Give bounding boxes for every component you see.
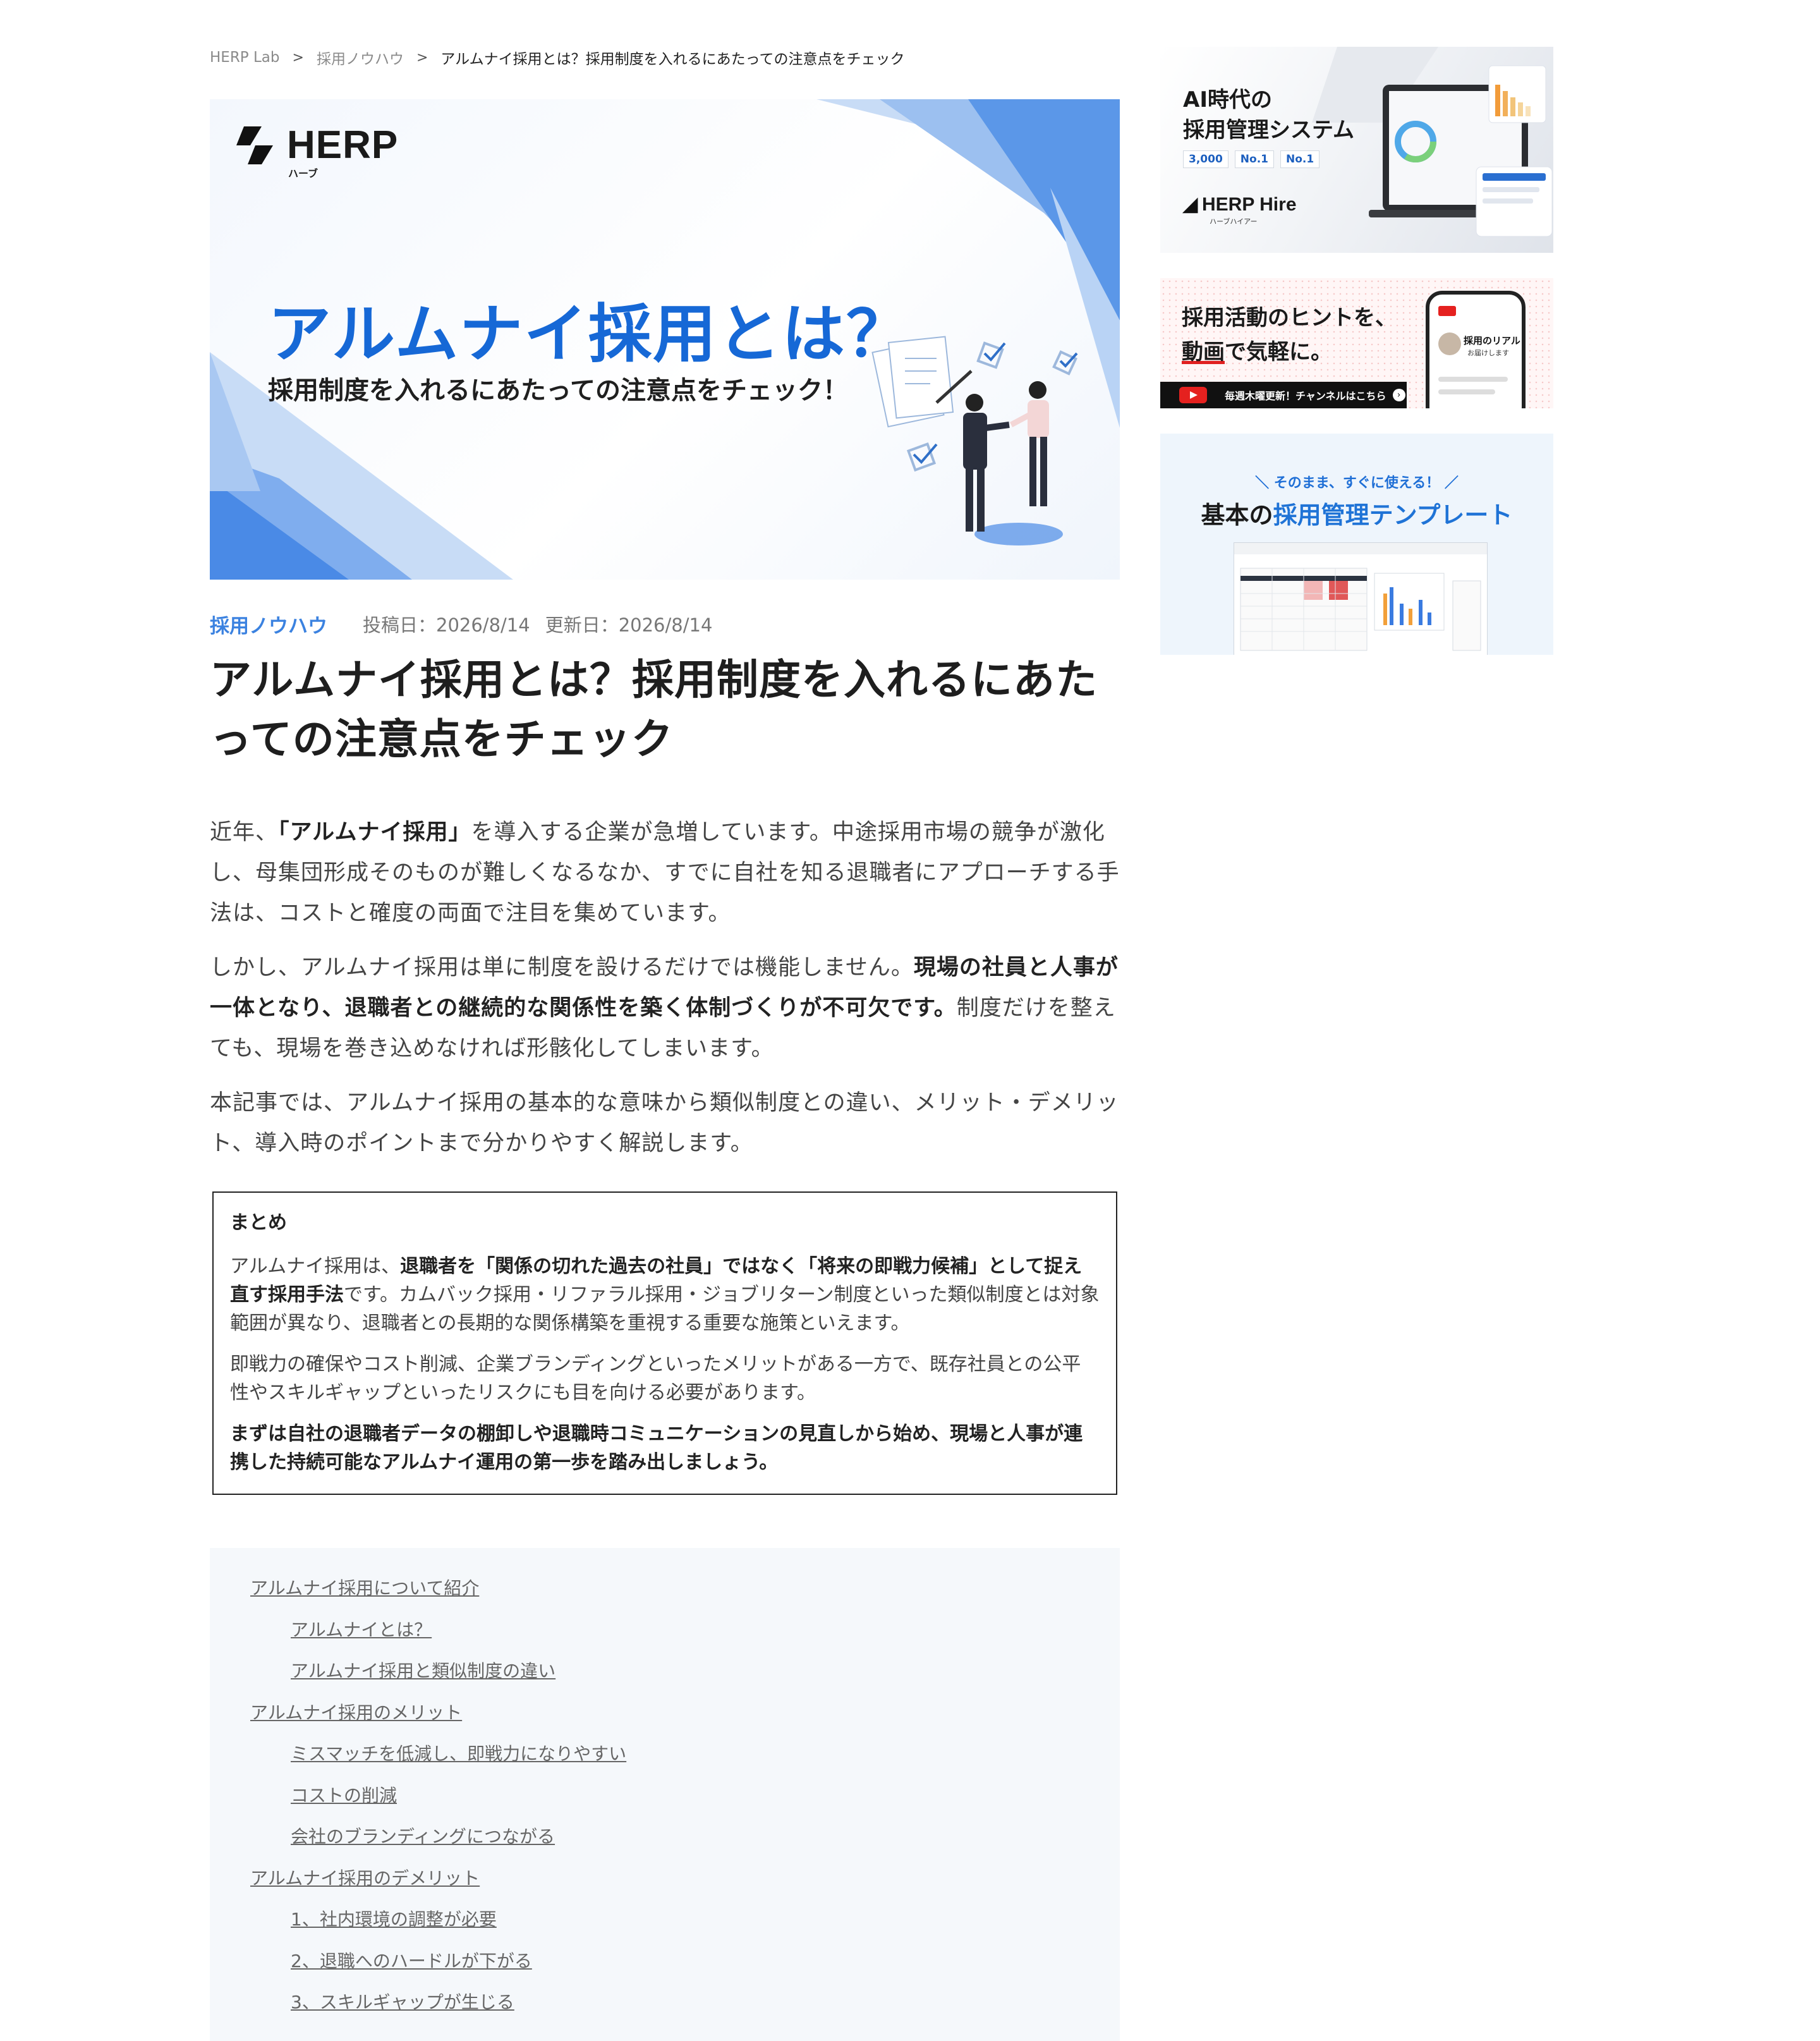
banner1-badges: 3,000 No.1 No.1 — [1183, 150, 1320, 168]
toc-subitem-link[interactable]: アルムナイとは？ — [250, 1615, 1079, 1657]
underlined-text: 動画 — [1182, 339, 1225, 365]
bold-segment: 「アルムナイ採用」 — [278, 820, 471, 845]
toc-item-link[interactable]: アルムナイ採用のメリット — [250, 1698, 1079, 1739]
article-main: HERP ハーブ アルムナイ採用とは？ 採用制度を入れるにあたっての注意点をチェ… — [210, 99, 1120, 2041]
herp-logo: HERP ハーブ — [236, 123, 399, 180]
breadcrumb-link-category[interactable]: 採用ノウハウ — [317, 47, 404, 68]
toc-subitem-link[interactable]: アルムナイ採用と類似制度の違い — [250, 1656, 1079, 1698]
herp-hire-logo-text: HERP Hire — [1202, 194, 1297, 215]
banner1-title: AI時代の 採用管理システム — [1183, 87, 1354, 143]
spreadsheet-graphic — [1234, 543, 1487, 651]
updated-date: 更新日：2026/8/14 — [545, 614, 713, 636]
avatar — [1438, 332, 1461, 355]
phone-illustration: 採用のリアル お届けします — [1426, 291, 1526, 408]
banner2-title: 採用活動のヒントを、 動画で気軽に。 — [1182, 301, 1397, 369]
phone-caption: 採用のリアル — [1464, 335, 1520, 346]
phone-caption-sub: お届けします — [1467, 349, 1509, 357]
toc-subitem-link[interactable]: ミスマッチを低減し、即戦力になりやすい — [250, 1739, 1079, 1781]
phone-content-line — [1438, 377, 1508, 382]
text-segment: 近年、 — [210, 820, 279, 845]
text-segment: で気軽に。 — [1225, 339, 1332, 365]
herp-logo-text: HERP — [287, 123, 399, 167]
intro-paragraph: 本記事では、アルムナイ採用の基本的な意味から類似制度との違い、メリット・デメリッ… — [210, 1090, 1119, 1156]
text-segment: です。カムバック採用・リファラル採用・ジョブリターン制度といった類似制度とは対象… — [230, 1284, 1100, 1334]
category-link[interactable]: 採用ノウハウ — [210, 610, 327, 638]
herp-logo-mark-icon: ◢ — [1183, 194, 1198, 215]
toc-item-link[interactable]: アルムナイ採用について紹介 — [250, 1573, 1079, 1615]
youtube-cta-bar[interactable]: 毎週木曜更新！チャンネルはこちら › — [1160, 382, 1407, 408]
article-meta: 採用ノウハウ 投稿日：2026/8/14 更新日：2026/8/14 — [210, 610, 1120, 638]
hero-title: アルムナイ採用とは？ — [268, 297, 911, 371]
banner3-kicker: ＼ そのまま、すぐに使える！ ／ — [1255, 475, 1459, 491]
award-badge: No.1 — [1234, 150, 1274, 168]
youtube-icon — [1179, 387, 1207, 403]
breadcrumb-separator-icon: > — [292, 49, 304, 66]
banner2-title-line: 動画で気軽に。 — [1182, 335, 1397, 369]
hero-subtitle: 採用制度を入れるにあたっての注意点をチェック！ — [268, 376, 848, 405]
award-badge: 3,000 — [1183, 150, 1228, 168]
banner-template[interactable]: ＼ そのまま、すぐに使える！ ／ 基本の採用管理テンプレート — [1160, 434, 1553, 655]
intro-paragraph: しかし、アルムナイ採用は単に制度を設けるだけでは機能しません。現場の社員と人事が… — [210, 947, 1120, 1069]
youtube-cta-text: 毎週木曜更新！チャンネルはこちら — [1225, 390, 1386, 402]
breadcrumb: HERP Lab > 採用ノウハウ > アルムナイ採用とは？採用制度を入れるにあ… — [210, 47, 905, 68]
toc-subitem-link[interactable]: 1、社内環境の調整が必要 — [250, 1904, 1079, 1946]
banner3-title: 基本の採用管理テンプレート — [1160, 496, 1553, 530]
highlight-text: 採用管理テンプレート — [1273, 501, 1513, 529]
breadcrumb-separator-icon: > — [416, 49, 428, 66]
toc-subitem-link[interactable]: 会社のブランディングにつながる — [250, 1822, 1079, 1863]
summary-paragraph: アルムナイ採用は、退職者を「関係の切れた過去の社員」ではなく「将来の即戦力候補」… — [230, 1252, 1100, 1337]
herp-logo-kana: ハーブ — [288, 168, 318, 180]
posted-date: 投稿日：2026/8/14 — [363, 614, 530, 636]
bold-segment: まずは自社の退職者データの棚卸しや退職時コミュニケーションの見直しから始め、現場… — [230, 1423, 1083, 1473]
toc-subitem-link[interactable]: コストの削減 — [250, 1781, 1079, 1822]
breadcrumb-current: アルムナイ採用とは？採用制度を入れるにあたっての注意点をチェック — [440, 51, 905, 68]
toc-subitem-link[interactable]: 2、退職へのハードルが下がる — [250, 1946, 1079, 1988]
phone-content-line — [1438, 389, 1495, 394]
table-of-contents: アルムナイ採用について紹介 アルムナイとは？ アルムナイ採用と類似制度の違い アルムナ… — [210, 1548, 1120, 2041]
summary-paragraph: 即戦力の確保やコスト削減、企業ブランディングといったメリットがある一方で、既存社… — [230, 1353, 1081, 1404]
breadcrumb-link-home[interactable]: HERP Lab — [210, 49, 280, 66]
award-badge: No.1 — [1280, 150, 1320, 168]
article-body: 近年、「アルムナイ採用」を導入する企業が急増しています。中途採用市場の競争が激化… — [210, 812, 1120, 1164]
summary-heading: まとめ — [230, 1212, 287, 1234]
spreadsheet-illustration — [1234, 542, 1488, 655]
toc-subitem-link[interactable]: 3、スキルギャップが生じる — [250, 1987, 1079, 2029]
arrow-circle-icon: › — [1392, 389, 1405, 401]
banner2-title-line: 採用活動のヒントを、 — [1182, 305, 1397, 331]
youtube-icon — [1438, 306, 1456, 316]
herp-logo-mark-icon — [236, 126, 273, 164]
banner-youtube-channel[interactable]: 採用活動のヒントを、 動画で気軽に。 毎週木曜更新！チャンネルはこちら › 採用… — [1160, 278, 1553, 408]
summary-box: まとめ アルムナイ採用は、退職者を「関係の切れた過去の社員」ではなく「将来の即戦… — [212, 1191, 1117, 1495]
hero-image: HERP ハーブ アルムナイ採用とは？ 採用制度を入れるにあたっての注意点をチェ… — [210, 99, 1120, 580]
article-title: アルムナイ採用とは？採用制度を入れるにあたっての注意点をチェック — [210, 655, 1098, 764]
herp-hire-logo: ◢ HERP Hire — [1183, 193, 1297, 216]
intro-paragraph: 近年、「アルムナイ採用」を導入する企業が急増しています。中途採用市場の競争が激化… — [210, 812, 1120, 934]
summary-paragraph: まずは自社の退職者データの棚卸しや退職時コミュニケーションの見直しから始め、現場… — [230, 1420, 1100, 1477]
text-segment: アルムナイ採用は、 — [230, 1255, 401, 1277]
toc-item-link[interactable]: アルムナイ採用のデメリット — [250, 1863, 1079, 1905]
text-segment: しかし、アルムナイ採用は単に制度を設けるだけでは機能しません。 — [210, 955, 914, 980]
text-segment: 基本の — [1201, 501, 1273, 529]
banner-herp-hire[interactable]: AI時代の 採用管理システム 3,000 No.1 No.1 ◢ HERP Hir… — [1160, 47, 1553, 253]
herp-hire-logo-kana: ハーブハイアー — [1210, 217, 1258, 226]
